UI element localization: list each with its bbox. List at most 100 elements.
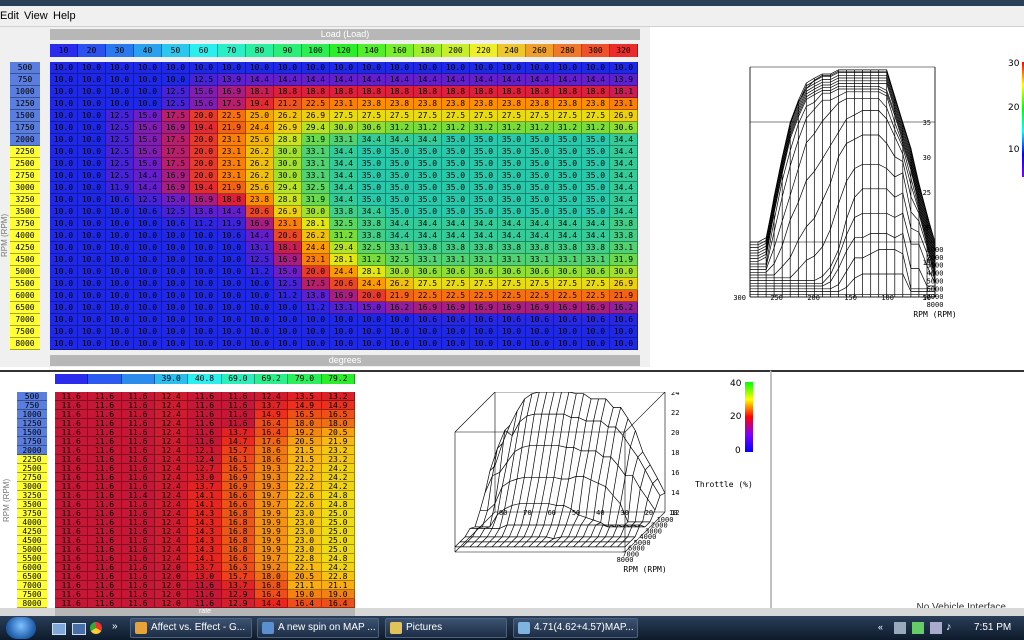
table-cell[interactable]: 17.6 bbox=[255, 437, 289, 446]
table-cell[interactable]: 15.6 bbox=[134, 134, 162, 146]
table-cell[interactable]: 17.5 bbox=[162, 134, 190, 146]
table-cell[interactable]: 10.0 bbox=[190, 290, 218, 302]
table-cell[interactable]: 12.4 bbox=[155, 392, 189, 401]
table-cell[interactable]: 10.0 bbox=[106, 290, 134, 302]
table-cell[interactable]: 18.0 bbox=[255, 572, 289, 581]
table-cell[interactable]: 20.5 bbox=[288, 572, 322, 581]
table-cell[interactable]: 30.6 bbox=[414, 266, 442, 278]
table-cell[interactable]: 35.0 bbox=[582, 182, 610, 194]
table-cell[interactable]: 10.0 bbox=[190, 254, 218, 266]
table-cell[interactable]: 10.0 bbox=[50, 170, 78, 182]
table-cell[interactable]: 14.4 bbox=[134, 182, 162, 194]
table-cell[interactable]: 27.5 bbox=[414, 278, 442, 290]
table-cell[interactable]: 10.0 bbox=[78, 290, 106, 302]
table-cell[interactable]: 33.1 bbox=[470, 254, 498, 266]
table-cell[interactable]: 35.0 bbox=[470, 134, 498, 146]
table-cell[interactable]: 31.2 bbox=[414, 122, 442, 134]
table-cell[interactable]: 16.3 bbox=[221, 563, 255, 572]
table-cell[interactable]: 35.0 bbox=[554, 134, 582, 146]
table-cell[interactable]: 11.6 bbox=[121, 437, 155, 446]
table-cell[interactable]: 10.0 bbox=[190, 302, 218, 314]
table-cell[interactable]: 35.0 bbox=[414, 170, 442, 182]
table-cell[interactable]: 19.9 bbox=[255, 518, 289, 527]
table-cell[interactable]: 10.0 bbox=[358, 314, 386, 326]
table-cell[interactable]: 35.0 bbox=[442, 134, 470, 146]
table-cell[interactable]: 10.0 bbox=[162, 302, 190, 314]
table-cell[interactable]: 35.0 bbox=[498, 206, 526, 218]
table-cell[interactable]: 14.1 bbox=[188, 554, 222, 563]
table-cell[interactable]: 19.0 bbox=[288, 590, 322, 599]
table-cell[interactable]: 22.5 bbox=[302, 98, 330, 110]
table-cell[interactable]: 16.9 bbox=[221, 473, 255, 482]
table-cell[interactable]: 10.6 bbox=[582, 314, 610, 326]
table-cell[interactable]: 25.0 bbox=[321, 509, 355, 518]
table-cell[interactable]: 19.7 bbox=[255, 491, 289, 500]
table-cell[interactable]: 14.4 bbox=[246, 74, 274, 86]
table-cell[interactable]: 35.0 bbox=[414, 146, 442, 158]
table-cell[interactable]: 10.0 bbox=[190, 62, 218, 74]
table-cell[interactable]: 11.6 bbox=[55, 563, 89, 572]
table-cell[interactable]: 10.0 bbox=[302, 62, 330, 74]
table-cell[interactable]: 10.0 bbox=[386, 338, 414, 350]
table-cell[interactable]: 14.3 bbox=[188, 509, 222, 518]
table-cell[interactable]: 35.0 bbox=[470, 170, 498, 182]
table-cell[interactable]: 10.0 bbox=[246, 326, 274, 338]
table-cell[interactable]: 12.4 bbox=[155, 527, 189, 536]
table-cell[interactable]: 11.6 bbox=[188, 392, 222, 401]
table-cell[interactable]: 11.6 bbox=[121, 581, 155, 590]
table-cell[interactable]: 10.0 bbox=[218, 62, 246, 74]
table-cell[interactable]: 31.2 bbox=[470, 122, 498, 134]
table-cell[interactable]: 23.8 bbox=[470, 98, 498, 110]
table-cell[interactable]: 10.0 bbox=[50, 218, 78, 230]
table-cell[interactable]: 15.0 bbox=[358, 302, 386, 314]
table-cell[interactable]: 11.6 bbox=[55, 518, 89, 527]
table-cell[interactable]: 24.2 bbox=[321, 563, 355, 572]
table-cell[interactable]: 10.0 bbox=[134, 98, 162, 110]
table-cell[interactable]: 12.7 bbox=[188, 464, 222, 473]
table-cell[interactable]: 14.4 bbox=[218, 206, 246, 218]
table-cell[interactable]: 12.4 bbox=[155, 509, 189, 518]
table-cell[interactable]: 10.0 bbox=[274, 326, 302, 338]
table-cell[interactable]: 10.0 bbox=[78, 122, 106, 134]
table-cell[interactable]: 20.5 bbox=[321, 428, 355, 437]
table-cell[interactable]: 21.5 bbox=[288, 455, 322, 464]
table-cell[interactable]: 12.4 bbox=[155, 401, 189, 410]
table-cell[interactable]: 34.4 bbox=[610, 170, 638, 182]
table-cell[interactable]: 16.9 bbox=[554, 302, 582, 314]
table-cell[interactable]: 18.8 bbox=[274, 86, 302, 98]
table-cell[interactable]: 10.0 bbox=[50, 314, 78, 326]
table-cell[interactable]: 10.0 bbox=[442, 326, 470, 338]
table-cell[interactable]: 11.6 bbox=[121, 446, 155, 455]
table-cell[interactable]: 20.0 bbox=[190, 170, 218, 182]
table-cell[interactable]: 22.6 bbox=[288, 500, 322, 509]
table-cell[interactable]: 17.5 bbox=[162, 158, 190, 170]
table-cell[interactable]: 12.0 bbox=[155, 599, 189, 608]
table-cell[interactable]: 10.0 bbox=[50, 302, 78, 314]
table-cell[interactable]: 12.5 bbox=[162, 206, 190, 218]
table-cell[interactable]: 22.5 bbox=[582, 290, 610, 302]
table-cell[interactable]: 12.4 bbox=[155, 518, 189, 527]
table-cell[interactable]: 28.1 bbox=[358, 266, 386, 278]
table-cell[interactable]: 15.6 bbox=[134, 146, 162, 158]
table-cell[interactable]: 18.8 bbox=[302, 86, 330, 98]
table-cell[interactable]: 34.4 bbox=[386, 230, 414, 242]
table-cell[interactable]: 11.6 bbox=[121, 527, 155, 536]
table-cell[interactable]: 27.5 bbox=[386, 110, 414, 122]
table-cell[interactable]: 12.0 bbox=[155, 590, 189, 599]
table-cell[interactable]: 35.0 bbox=[358, 194, 386, 206]
menu-edit[interactable]: Edit bbox=[0, 10, 19, 22]
table-cell[interactable]: 18.8 bbox=[470, 86, 498, 98]
table-cell[interactable]: 22.5 bbox=[554, 290, 582, 302]
table-cell[interactable]: 18.8 bbox=[498, 86, 526, 98]
table-cell[interactable]: 16.8 bbox=[221, 518, 255, 527]
table-cell[interactable]: 13.2 bbox=[321, 392, 355, 401]
table-cell[interactable]: 10.0 bbox=[190, 338, 218, 350]
table-cell[interactable]: 10.0 bbox=[78, 146, 106, 158]
table-cell[interactable]: 10.0 bbox=[78, 86, 106, 98]
table-cell[interactable]: 29.4 bbox=[330, 242, 358, 254]
table-cell[interactable]: 31.2 bbox=[554, 122, 582, 134]
table-cell[interactable]: 10.0 bbox=[106, 326, 134, 338]
table-cell[interactable]: 30.0 bbox=[274, 170, 302, 182]
table-cell[interactable]: 14.4 bbox=[442, 74, 470, 86]
table-cell[interactable]: 15.0 bbox=[274, 266, 302, 278]
